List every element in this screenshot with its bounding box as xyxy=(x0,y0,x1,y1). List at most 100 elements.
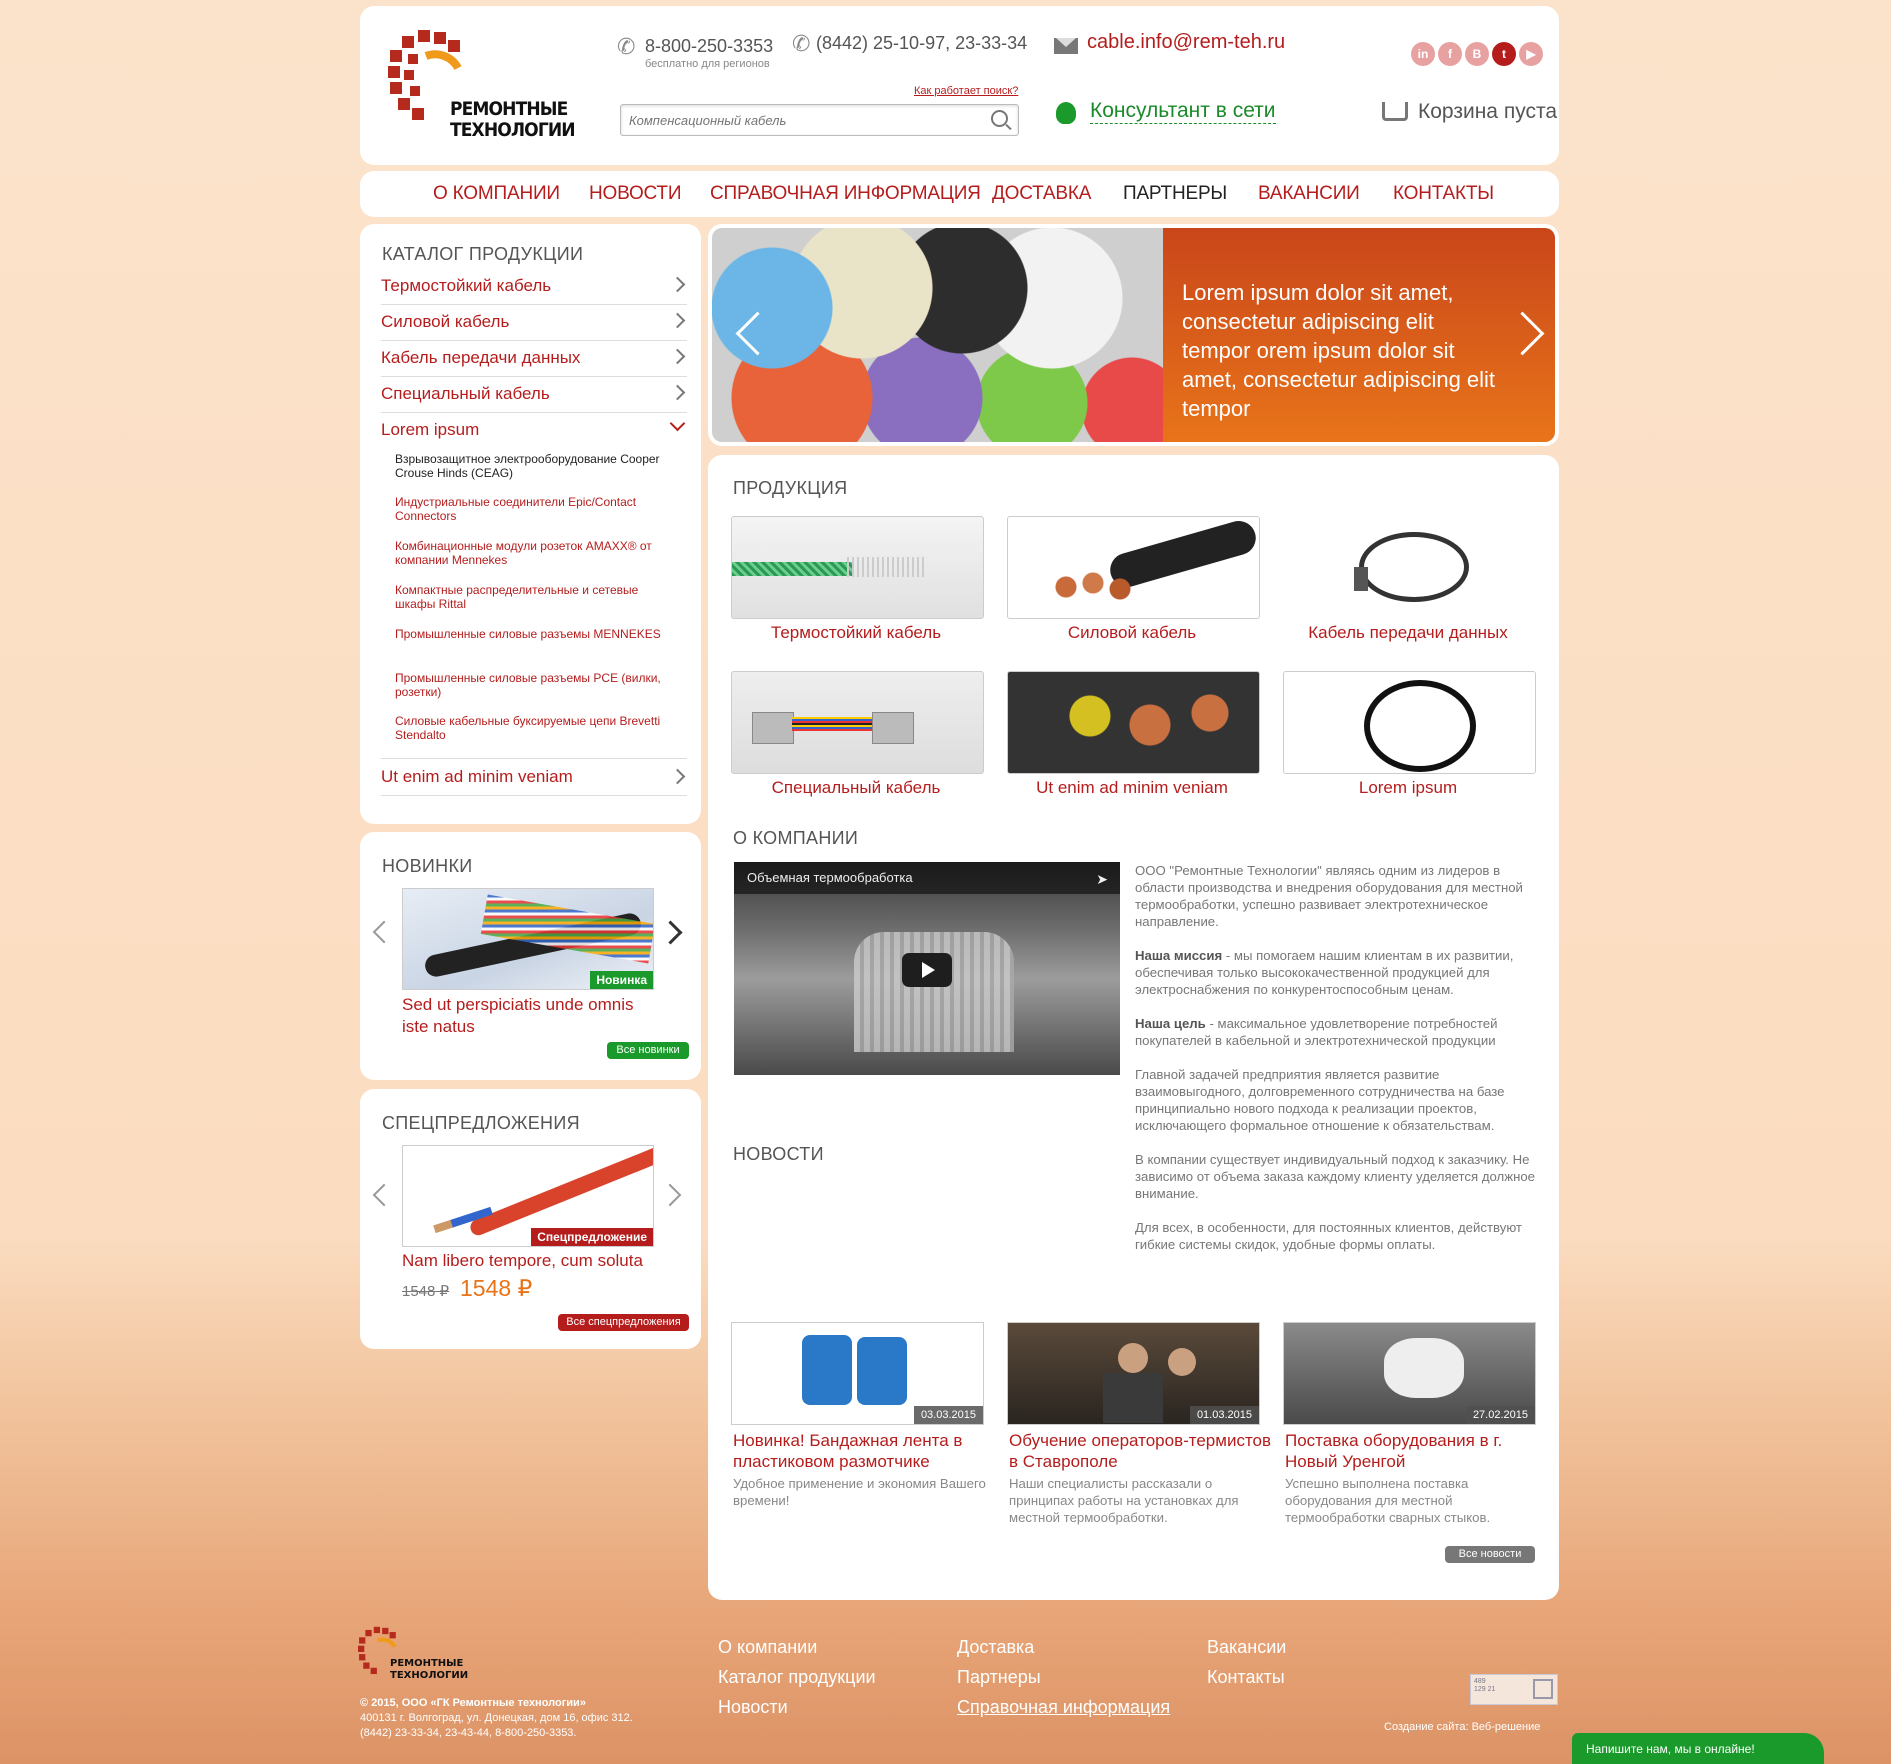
catalog-item[interactable]: Силовой кабель xyxy=(381,306,687,341)
nav-about[interactable]: О КОМПАНИИ xyxy=(433,183,560,205)
nav-contacts[interactable]: КОНТАКТЫ xyxy=(1393,183,1494,205)
catalog-subitem[interactable]: Промышленные силовые разъемы MENNEKES xyxy=(395,627,665,641)
product-image[interactable] xyxy=(731,516,984,619)
carousel-prev-icon[interactable] xyxy=(372,920,396,944)
chevron-down-icon xyxy=(669,415,686,432)
email-link[interactable]: cable.info@rem-teh.ru xyxy=(1087,31,1285,54)
cable-graphic xyxy=(732,562,852,576)
product-label[interactable]: Термостойкий кабель xyxy=(721,623,991,643)
video-player[interactable]: Объемная термообработка ➤ xyxy=(734,862,1120,1075)
linkedin-icon[interactable]: in xyxy=(1411,42,1435,66)
catalog-item-expanded[interactable]: Lorem ipsum xyxy=(381,414,687,448)
footer-link-about[interactable]: О компании xyxy=(718,1637,817,1658)
novelty-image[interactable]: Новинка xyxy=(402,888,654,990)
footer-link-catalog[interactable]: Каталог продукции xyxy=(718,1667,876,1688)
connector xyxy=(752,712,794,744)
product-image[interactable] xyxy=(1007,671,1260,774)
equipment-photo xyxy=(1384,1338,1464,1398)
nav-vacancies[interactable]: ВАКАНСИИ xyxy=(1258,183,1360,205)
catalog-sidebar: КАТАЛОГ ПРОДУКЦИИ Термостойкий кабель Си… xyxy=(360,224,701,824)
carousel-next-icon[interactable] xyxy=(658,1183,682,1207)
catalog-subitem[interactable]: Взрывозащитное электрооборудование Coope… xyxy=(395,452,665,480)
product-label[interactable]: Ut enim ad minim veniam xyxy=(997,778,1267,798)
play-icon xyxy=(922,962,935,978)
cart-icon[interactable] xyxy=(1382,102,1408,121)
news-desc: Наши специалисты рассказали о принципах … xyxy=(1009,1476,1239,1525)
search-help-link[interactable]: Как работает поиск? xyxy=(914,85,1018,97)
news-image[interactable]: 03.03.2015 xyxy=(731,1322,984,1425)
visit-counter[interactable]: 489 129 21 xyxy=(1470,1674,1558,1705)
carousel-prev-icon[interactable] xyxy=(372,1183,396,1207)
product-label[interactable]: Силовой кабель xyxy=(997,623,1267,643)
footer-link-news[interactable]: Новости xyxy=(718,1697,788,1718)
people-photo xyxy=(1103,1373,1163,1423)
news-image[interactable]: 01.03.2015 xyxy=(1007,1322,1260,1425)
product-label[interactable]: Специальный кабель xyxy=(721,778,991,798)
catalog-subitem[interactable]: Индустриальные соединители Epic/Contact … xyxy=(395,495,665,523)
cable-graphic xyxy=(1359,532,1469,602)
catalog-item[interactable]: Кабель передачи данных xyxy=(381,342,687,377)
phone-free[interactable]: 8-800-250-3353 xyxy=(645,36,773,57)
footer-link-partners[interactable]: Партнеры xyxy=(957,1667,1041,1688)
catalog-item[interactable]: Ut enim ad minim veniam xyxy=(381,758,687,796)
special-image[interactable]: Спецпредложение xyxy=(402,1145,654,1247)
about-mission: Наша миссия - мы помогаем нашим клиентам… xyxy=(1135,947,1540,998)
phone-free-note: бесплатно для регионов xyxy=(645,58,770,70)
carousel-next-icon[interactable] xyxy=(658,920,683,945)
novelty-badge: Новинка xyxy=(590,971,653,989)
nav-reference[interactable]: СПРАВОЧНАЯ ИНФОРМАЦИЯ xyxy=(710,183,981,205)
nav-partners[interactable]: ПАРТНЕРЫ xyxy=(1123,183,1227,205)
connector xyxy=(872,712,914,744)
catalog-item[interactable]: Специальный кабель xyxy=(381,378,687,413)
product-label[interactable]: Кабель передачи данных xyxy=(1273,623,1543,643)
catalog-subitem[interactable]: Промышленные силовые разъемы PCE (вилки,… xyxy=(395,671,665,699)
consultant-icon xyxy=(1056,102,1076,124)
arrow-icon xyxy=(1533,1679,1553,1699)
special-title[interactable]: Nam libero tempore, cum soluta xyxy=(402,1251,662,1271)
footer-logo[interactable]: РЕМОНТНЫЕ ТЕХНОЛОГИИ xyxy=(358,1622,468,1687)
search-input[interactable] xyxy=(627,109,971,131)
footer-link-contacts[interactable]: Контакты xyxy=(1207,1667,1285,1688)
footer-link-reference[interactable]: Справочная информация xyxy=(957,1697,1170,1718)
consultant-link[interactable]: Консультант в сети xyxy=(1090,99,1276,124)
all-news-button[interactable]: Все новости xyxy=(1445,1546,1535,1563)
about-paragraph: Для всех, в особенности, для постоянных … xyxy=(1135,1220,1522,1252)
nav-delivery[interactable]: ДОСТАВКА xyxy=(992,183,1091,205)
nav-news[interactable]: НОВОСТИ xyxy=(589,183,681,205)
news-title[interactable]: Новинка! Бандажная лента в пластиковом р… xyxy=(733,1430,998,1472)
online-chat-button[interactable]: Напишите нам, мы в онлайне! xyxy=(1572,1733,1824,1764)
product-image[interactable] xyxy=(1283,671,1536,774)
catalog-item[interactable]: Термостойкий кабель xyxy=(381,270,687,305)
footer-link-vacancies[interactable]: Вакансии xyxy=(1207,1637,1286,1658)
product-image[interactable] xyxy=(1283,516,1536,619)
about-paragraph: В компании существует индивидуальный под… xyxy=(1135,1152,1536,1201)
product-label[interactable]: Lorem ipsum xyxy=(1273,778,1543,798)
price-value: 1548 xyxy=(460,1275,512,1301)
news-title[interactable]: Поставка оборудования в г. Новый Уренгой xyxy=(1285,1430,1550,1472)
youtube-icon[interactable]: ▶ xyxy=(1519,42,1543,66)
product-image[interactable] xyxy=(1007,516,1260,619)
cart-status[interactable]: Корзина пуста xyxy=(1418,100,1557,124)
main-nav: О КОМПАНИИ НОВОСТИ СПРАВОЧНАЯ ИНФОРМАЦИЯ… xyxy=(360,171,1559,217)
news-title[interactable]: Обучение операторов-термистов в Ставропо… xyxy=(1009,1430,1274,1472)
all-novelties-button[interactable]: Все новинки xyxy=(607,1042,689,1059)
all-specials-button[interactable]: Все спецпредложения xyxy=(558,1314,689,1331)
special-old-price: 1548 ₽ xyxy=(402,1282,449,1300)
footer-link-delivery[interactable]: Доставка xyxy=(957,1637,1034,1658)
catalog-subitem[interactable]: Силовые кабельные буксируемые цепи Breve… xyxy=(395,714,665,742)
news-date: 27.02.2015 xyxy=(1465,1406,1535,1424)
share-icon[interactable]: ➤ xyxy=(1096,871,1108,888)
vk-icon[interactable]: B xyxy=(1465,42,1489,66)
novelty-title[interactable]: Sed ut perspiciatis unde omnis iste natu… xyxy=(402,994,662,1038)
twitter-icon[interactable]: t xyxy=(1492,42,1516,66)
chevron-right-icon xyxy=(669,276,686,293)
facebook-icon[interactable]: f xyxy=(1438,42,1462,66)
site-credit[interactable]: Создание сайта: Веб-решение xyxy=(1384,1721,1540,1733)
site-logo[interactable]: РЕМОНТНЫЕ ТЕХНОЛОГИИ xyxy=(388,28,576,143)
news-image[interactable]: 27.02.2015 xyxy=(1283,1322,1536,1425)
product-image[interactable] xyxy=(731,671,984,774)
phone-city[interactable]: (8442) 25-10-97, 23-33-34 xyxy=(816,33,1027,54)
catalog-subitem[interactable]: Компактные распределительные и сетевые ш… xyxy=(395,583,665,611)
cable-graphic xyxy=(468,1146,653,1238)
catalog-subitem[interactable]: Комбинационные модули розеток AMAXX® от … xyxy=(395,539,665,567)
